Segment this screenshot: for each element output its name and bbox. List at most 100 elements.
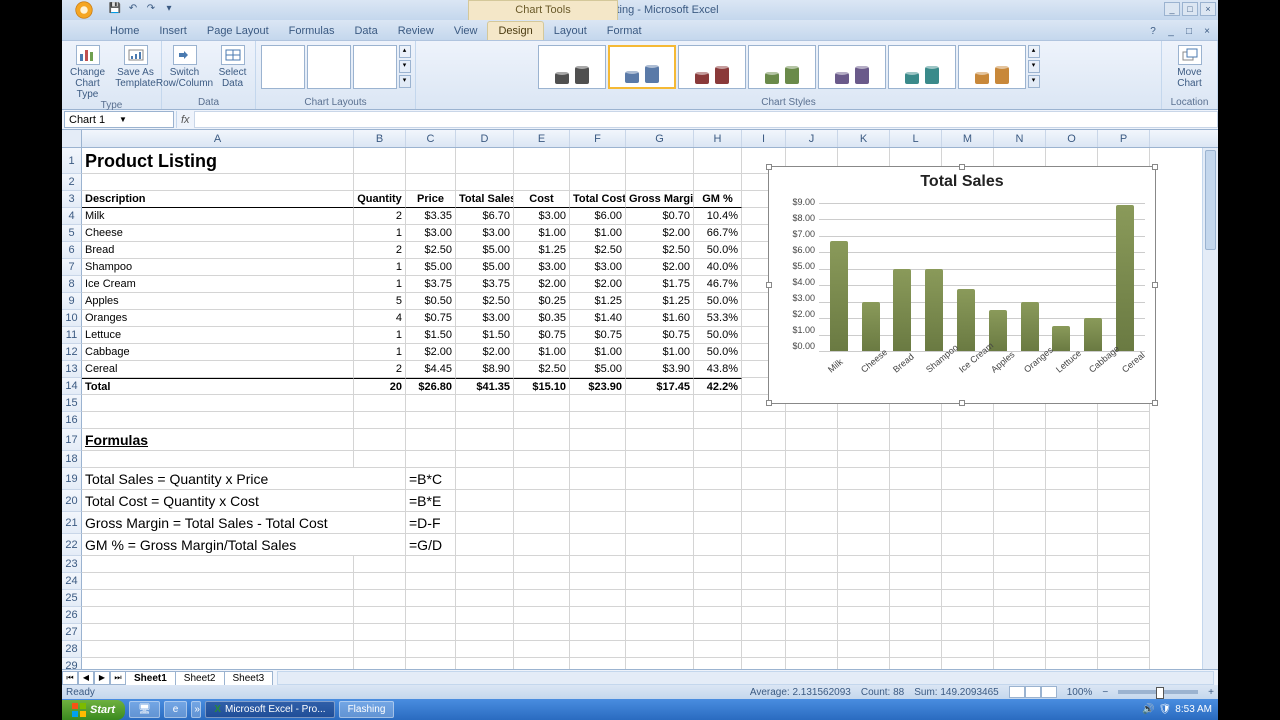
cell[interactable] xyxy=(514,534,570,556)
row-header-17[interactable]: 17 xyxy=(62,429,82,451)
layout-scroll-down[interactable]: ▾ xyxy=(399,60,411,73)
cell[interactable]: $6.00 xyxy=(570,208,626,225)
cell[interactable] xyxy=(994,573,1046,590)
cell[interactable] xyxy=(456,451,514,468)
cell[interactable] xyxy=(838,573,890,590)
cell[interactable]: 53.3% xyxy=(694,310,742,327)
chart-style-5[interactable] xyxy=(818,45,886,89)
cell[interactable] xyxy=(570,590,626,607)
cell[interactable] xyxy=(694,512,742,534)
cell[interactable]: Milk xyxy=(82,208,354,225)
cell[interactable]: $3.00 xyxy=(456,310,514,327)
cell[interactable] xyxy=(1098,429,1150,451)
cell[interactable] xyxy=(406,641,456,658)
cell[interactable]: $3.90 xyxy=(626,361,694,378)
cell[interactable] xyxy=(838,624,890,641)
cell[interactable]: 1 xyxy=(354,276,406,293)
cell[interactable] xyxy=(942,429,994,451)
doc-restore-icon[interactable]: □ xyxy=(1182,26,1196,40)
cell[interactable]: 46.7% xyxy=(694,276,742,293)
taskbar-item-excel[interactable]: X Microsoft Excel - Pro... xyxy=(205,701,334,718)
row-header-13[interactable]: 13 xyxy=(62,361,82,378)
cell[interactable] xyxy=(942,624,994,641)
tab-format[interactable]: Format xyxy=(597,22,652,40)
row-header-12[interactable]: 12 xyxy=(62,344,82,361)
cell[interactable] xyxy=(626,641,694,658)
row-header-27[interactable]: 27 xyxy=(62,624,82,641)
cell[interactable] xyxy=(626,429,694,451)
cell[interactable]: Description xyxy=(82,191,354,208)
cell[interactable]: $26.80 xyxy=(406,378,456,395)
cell[interactable] xyxy=(786,641,838,658)
cell[interactable]: $3.00 xyxy=(456,225,514,242)
cell[interactable]: 5 xyxy=(354,293,406,310)
cell[interactable] xyxy=(456,641,514,658)
cell[interactable] xyxy=(1046,451,1098,468)
cell[interactable]: 50.0% xyxy=(694,242,742,259)
cell[interactable] xyxy=(742,556,786,573)
row-header-28[interactable]: 28 xyxy=(62,641,82,658)
cell[interactable] xyxy=(786,607,838,624)
cell[interactable] xyxy=(456,607,514,624)
close-button[interactable]: × xyxy=(1200,2,1216,16)
save-as-template-button[interactable]: Save As Template xyxy=(113,45,159,89)
cell[interactable] xyxy=(456,490,514,512)
cell[interactable] xyxy=(838,534,890,556)
chart-bar[interactable] xyxy=(1021,302,1039,351)
help-icon[interactable]: ? xyxy=(1146,26,1160,40)
cell[interactable]: 10.4% xyxy=(694,208,742,225)
cell[interactable] xyxy=(570,148,626,174)
save-icon[interactable]: 💾 xyxy=(108,3,122,17)
view-page-layout-button[interactable] xyxy=(1025,686,1041,698)
row-header-23[interactable]: 23 xyxy=(62,556,82,573)
move-chart-button[interactable]: Move Chart xyxy=(1167,45,1213,89)
cell[interactable]: Cheese xyxy=(82,225,354,242)
tab-layout[interactable]: Layout xyxy=(544,22,597,40)
cell[interactable] xyxy=(742,468,786,490)
cell[interactable]: =B*C xyxy=(406,468,456,490)
cell[interactable]: Total xyxy=(82,378,354,395)
spreadsheet-grid[interactable]: ABCDEFGHIJKLMNOP 1Product Listing23Descr… xyxy=(62,130,1218,677)
cell[interactable]: Gross Margin = Total Sales - Total Cost xyxy=(82,512,406,534)
cell[interactable] xyxy=(742,607,786,624)
cell[interactable]: =G/D xyxy=(406,534,456,556)
cell[interactable]: $5.00 xyxy=(456,259,514,276)
cell[interactable] xyxy=(1098,490,1150,512)
cell[interactable] xyxy=(82,395,354,412)
cell[interactable] xyxy=(942,451,994,468)
col-header-N[interactable]: N xyxy=(994,130,1046,147)
cell[interactable]: 2 xyxy=(354,361,406,378)
cell[interactable] xyxy=(82,174,354,191)
cell[interactable] xyxy=(994,534,1046,556)
cell[interactable] xyxy=(786,556,838,573)
zoom-out-button[interactable]: − xyxy=(1102,687,1108,698)
cell[interactable] xyxy=(1098,607,1150,624)
col-header-F[interactable]: F xyxy=(570,130,626,147)
cell[interactable] xyxy=(456,590,514,607)
cell[interactable]: $4.45 xyxy=(406,361,456,378)
cell[interactable]: 1 xyxy=(354,259,406,276)
tab-formulas[interactable]: Formulas xyxy=(279,22,345,40)
cell[interactable] xyxy=(514,148,570,174)
chart-bar[interactable] xyxy=(1052,326,1070,351)
cell[interactable] xyxy=(742,512,786,534)
cell[interactable]: $2.50 xyxy=(626,242,694,259)
cell[interactable] xyxy=(570,556,626,573)
cell[interactable]: Total Cost xyxy=(570,191,626,208)
cell[interactable] xyxy=(694,174,742,191)
cell[interactable]: $1.75 xyxy=(626,276,694,293)
cell[interactable] xyxy=(742,624,786,641)
cell[interactable] xyxy=(456,534,514,556)
select-data-button[interactable]: Select Data xyxy=(210,45,256,89)
cell[interactable]: 2 xyxy=(354,208,406,225)
cell[interactable]: $2.50 xyxy=(514,361,570,378)
row-header-3[interactable]: 3 xyxy=(62,191,82,208)
col-header-G[interactable]: G xyxy=(626,130,694,147)
cell[interactable] xyxy=(1098,590,1150,607)
cell[interactable] xyxy=(456,573,514,590)
row-header-2[interactable]: 2 xyxy=(62,174,82,191)
cell[interactable]: GM % = Gross Margin/Total Sales xyxy=(82,534,406,556)
cell[interactable]: Cabbage xyxy=(82,344,354,361)
cell[interactable]: 20 xyxy=(354,378,406,395)
cell[interactable]: $41.35 xyxy=(456,378,514,395)
